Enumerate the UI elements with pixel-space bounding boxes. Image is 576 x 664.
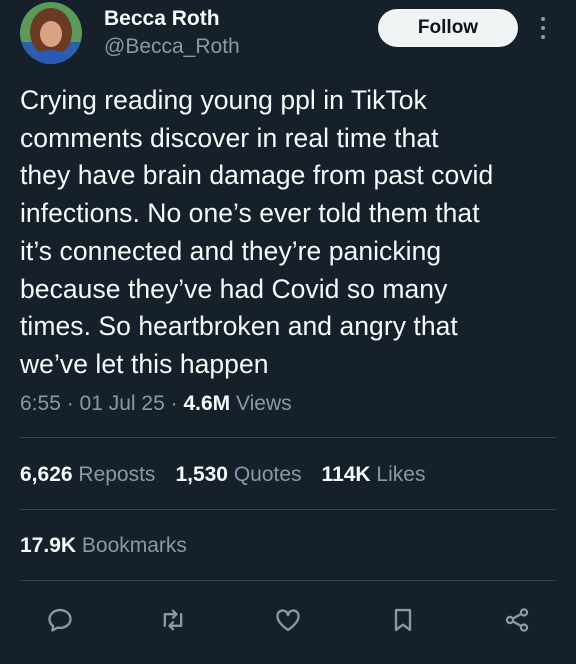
meta-separator: ·: [60, 392, 80, 415]
reposts-label: Reposts: [72, 463, 156, 486]
avatar[interactable]: [20, 2, 82, 64]
views-label: Views: [230, 392, 292, 415]
divider: [20, 509, 556, 510]
tweet-detail: Becca Roth @Becca_Roth Follow Crying rea…: [0, 0, 576, 664]
quotes-count: 1,530: [175, 463, 228, 486]
reply-icon: [48, 608, 72, 632]
more-vertical-icon[interactable]: [537, 14, 549, 42]
bookmark-icon: [394, 608, 412, 632]
follow-button[interactable]: Follow: [378, 9, 518, 47]
reposts-stat[interactable]: 6,626 Reposts: [20, 463, 155, 486]
likes-label: Likes: [370, 463, 426, 486]
more-dot: [541, 35, 545, 39]
likes-count: 114K: [321, 463, 371, 486]
tweet-date[interactable]: 01 Jul 25: [80, 392, 165, 415]
reposts-count: 6,626: [20, 463, 73, 486]
author-display-name[interactable]: Becca Roth: [104, 7, 220, 31]
engagement-stats: 6,626 Reposts 1,530 Quotes 114K Likes: [20, 462, 425, 488]
quotes-stat[interactable]: 1,530 Quotes: [175, 463, 301, 486]
views-count: 4.6M: [183, 392, 231, 415]
bookmarks-label: Bookmarks: [76, 534, 187, 557]
tweet-text: Crying reading young ppl in TikTok comme…: [20, 85, 494, 379]
meta-separator: ·: [164, 392, 184, 415]
more-dot: [541, 26, 545, 30]
reply-button[interactable]: [44, 604, 76, 636]
author-handle[interactable]: @Becca_Roth: [104, 35, 240, 59]
like-button[interactable]: [272, 604, 304, 636]
divider: [20, 580, 556, 581]
bookmarks-count: 17.9K: [20, 534, 77, 557]
likes-stat[interactable]: 114K Likes: [322, 463, 426, 486]
repost-icon: [163, 609, 183, 631]
action-bar: [0, 598, 576, 642]
more-dot: [541, 17, 545, 21]
tweet-meta: 6:55 · 01 Jul 25 · 4.6M Views: [20, 391, 292, 417]
like-icon: [276, 609, 300, 632]
repost-button[interactable]: [157, 604, 189, 636]
bookmarks-stat[interactable]: 17.9K Bookmarks: [20, 533, 187, 559]
share-icon: [505, 608, 529, 632]
share-button[interactable]: [501, 604, 533, 636]
tweet-time[interactable]: 6:55: [20, 392, 61, 415]
divider: [20, 437, 556, 438]
bookmark-button[interactable]: [387, 604, 419, 636]
quotes-label: Quotes: [228, 463, 302, 486]
